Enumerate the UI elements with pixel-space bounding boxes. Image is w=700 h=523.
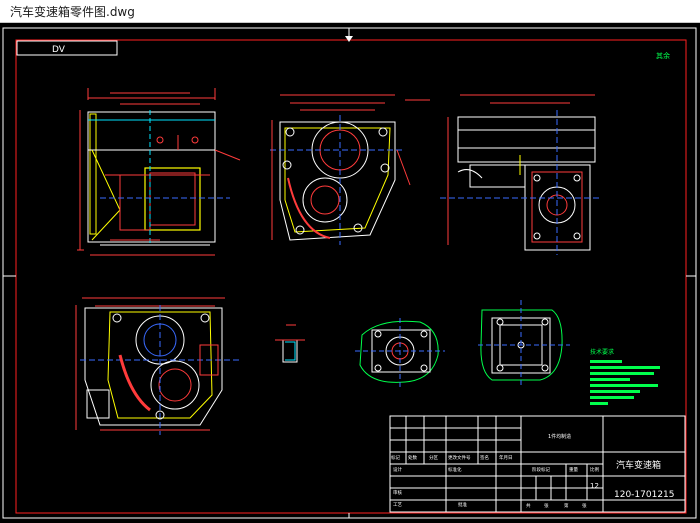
view-top[interactable]: [440, 94, 600, 255]
title-block: 标记 处数 分区 更改文件号 签名 年月日 设计 审核 工艺 标准化 批准 1件…: [389, 415, 686, 513]
title-block-header-1: 标记: [391, 454, 400, 461]
view-front[interactable]: [77, 88, 241, 256]
title-block-sheet-label-1: 共: [526, 502, 531, 509]
title-block-header-6: 年月日: [499, 454, 513, 461]
title-block-sheet-label-3: 第: [564, 502, 569, 509]
drawing-number: 120-1701215: [614, 490, 675, 500]
window-title: 汽车变速箱零件图.dwg: [10, 5, 135, 19]
top-right-mark: 其余: [656, 51, 670, 60]
title-block-header-5: 签名: [480, 454, 489, 461]
title-block-header-2: 处数: [408, 454, 417, 461]
view-flange-left[interactable]: [355, 318, 445, 388]
title-block-mid-label-2: 批准: [458, 501, 467, 508]
corner-label-box: [16, 40, 118, 56]
title-block-mid-label-1: 标准化: [448, 466, 462, 473]
title-block-center-label: 1件均制造: [548, 433, 571, 440]
title-block-stage-label-2: 重量: [569, 466, 578, 473]
view-section[interactable]: [75, 297, 240, 435]
drawing-canvas[interactable]: DV 其余 技术要求 标记 处数 分区 更改文件号 签名 年月日 设计 审核 工…: [0, 23, 700, 523]
title-block-row-label-2: 审核: [393, 489, 402, 496]
title-block-stage-label-3: 比例: [590, 466, 599, 473]
title-block-stage-label-1: 阶段标记: [532, 466, 550, 473]
view-detail-small[interactable]: [275, 324, 305, 363]
cad-drawing[interactable]: DV 其余 技术要求 标记 处数 分区 更改文件号 签名 年月日 设计 审核 工…: [0, 23, 700, 523]
title-block-row-label-3: 工艺: [393, 502, 402, 508]
view-side[interactable]: [270, 94, 430, 245]
title-block-sheet-label-4: 张: [582, 502, 587, 509]
product-name: 汽车变速箱: [616, 459, 661, 471]
title-block-header-4: 更改文件号: [448, 454, 471, 461]
tech-requirements: 技术要求: [590, 348, 660, 405]
title-block-row-label-1: 设计: [393, 466, 402, 473]
window-titlebar: 汽车变速箱零件图.dwg: [0, 0, 700, 23]
title-block-sheet-label-2: 张: [544, 502, 549, 509]
view-flange-right[interactable]: [478, 300, 570, 385]
corner-label: DV: [52, 45, 66, 55]
sheet-border-outer: [2, 27, 697, 519]
sheet-frame-inner: [15, 39, 687, 514]
tech-requirements-title: 技术要求: [590, 348, 614, 356]
title-block-header-3: 分区: [429, 454, 438, 461]
sheet-count: 12: [590, 482, 599, 490]
